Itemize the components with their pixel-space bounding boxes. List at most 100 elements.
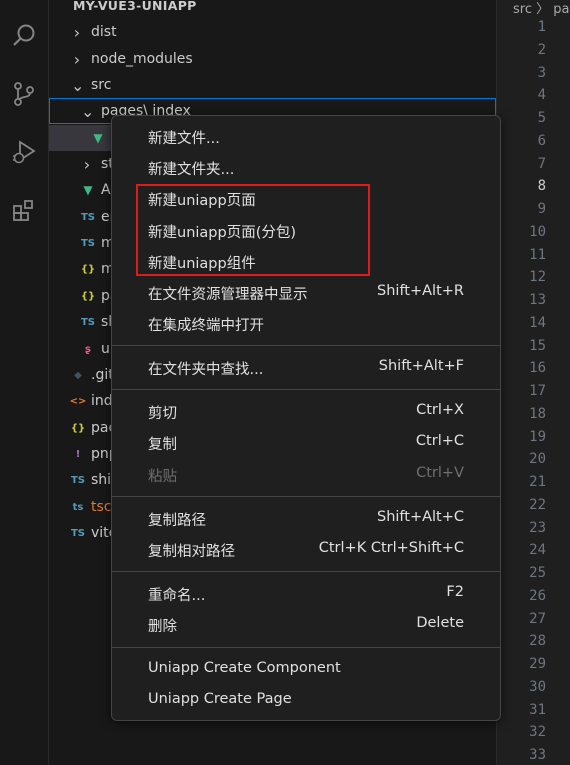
menu-separator — [112, 389, 500, 390]
menu-item-shortcut: Shift+Alt+F — [378, 358, 464, 374]
line-number: 13 — [529, 292, 546, 308]
context-menu-item[interactable]: 新建文件... — [116, 121, 496, 152]
typescript-icon: TS — [70, 474, 86, 486]
line-number: 5 — [537, 110, 546, 126]
explorer-title: MY-VUE3-UNIAPP — [73, 0, 197, 13]
tsconfig-icon: ts — [72, 501, 84, 513]
chevron-right-icon: › — [73, 22, 81, 42]
line-number: 22 — [529, 496, 546, 513]
vue-icon: ▼ — [93, 131, 103, 145]
line-number: 7 — [537, 155, 546, 172]
menu-item-label: 在文件夹中查找... — [148, 362, 264, 378]
line-number: 24 — [529, 542, 546, 559]
menu-item-label: 新建文件... — [148, 131, 220, 147]
tree-item[interactable]: › node_modules — [49, 46, 496, 72]
line-number: 29 — [529, 656, 546, 672]
line-number: 27 — [529, 610, 546, 627]
menu-item-shortcut: Ctrl+X — [416, 402, 464, 418]
line-number: 10 — [529, 223, 546, 240]
html-icon: <> — [69, 395, 87, 407]
typescript-icon: TS — [70, 527, 86, 539]
line-number: 21 — [529, 474, 546, 490]
menu-item-label: 在文件资源管理器中显示 — [148, 287, 308, 303]
menu-item-shortcut: Shift+Alt+C — [376, 509, 464, 525]
menu-item-label: 复制相对路径 — [148, 544, 235, 560]
menu-item-label: 删除 — [148, 619, 177, 635]
menu-item-shortcut: Ctrl+C — [415, 433, 464, 449]
source-control-icon[interactable] — [0, 74, 48, 114]
tree-item[interactable]: ⌄ src — [49, 72, 496, 98]
tree-item-label: shi — [91, 472, 112, 488]
line-number: 2 — [537, 41, 546, 58]
line-number: 4 — [537, 87, 546, 104]
context-menu-item[interactable]: 复制相对路径 Ctrl+K Ctrl+Shift+C — [116, 534, 496, 565]
line-number: 6 — [537, 132, 546, 149]
tree-item-label: node_modules — [91, 51, 193, 67]
tree-item-label: ind — [91, 393, 113, 409]
context-menu-item[interactable]: Uniapp Create Page — [116, 685, 496, 716]
line-number: 14 — [529, 314, 546, 331]
menu-item-label: 重命名... — [148, 588, 206, 604]
line-number: 20 — [529, 451, 546, 468]
run-debug-icon[interactable] — [0, 131, 48, 171]
line-number: 8 — [537, 178, 546, 195]
context-menu-item[interactable]: 在集成终端中打开 — [116, 308, 496, 339]
menu-item-label: Uniapp Create Component — [148, 660, 341, 676]
typescript-icon: TS — [80, 211, 96, 223]
menu-item-label: 剪切 — [148, 406, 177, 422]
menu-item-shortcut: Delete — [416, 615, 464, 631]
context-menu-item[interactable]: Uniapp Create Component — [116, 654, 496, 685]
tree-item[interactable]: › dist — [49, 19, 496, 45]
tree-item-label: dist — [91, 24, 117, 40]
tree-item-label: A — [101, 182, 111, 198]
line-number: 3 — [537, 64, 546, 81]
context-menu-item[interactable]: 新建文件夹... — [116, 152, 496, 183]
context-menu-item[interactable]: 在文件夹中查找... Shift+Alt+F — [116, 352, 496, 383]
context-menu-item[interactable]: 复制 Ctrl+C — [116, 427, 496, 458]
chevron-down-icon: ⌄ — [71, 75, 85, 95]
menu-item-shortcut: Ctrl+V — [416, 465, 464, 481]
context-menu-item[interactable]: 剪切 Ctrl+X — [116, 396, 496, 427]
line-number: 33 — [529, 747, 546, 763]
line-number: 30 — [529, 678, 546, 695]
tree-item-label: src — [91, 77, 112, 93]
line-number: 23 — [529, 519, 546, 536]
context-menu-item[interactable]: 复制路径 Shift+Alt+C — [116, 503, 496, 534]
line-number: 19 — [529, 428, 546, 445]
menu-item-shortcut: F2 — [446, 584, 464, 600]
line-number: 9 — [537, 201, 546, 217]
chevron-right-icon: › — [73, 49, 81, 69]
line-number: 26 — [529, 587, 546, 604]
extensions-icon[interactable] — [0, 190, 48, 230]
menu-item-label: 新建文件夹... — [148, 162, 235, 178]
menu-item-label: Uniapp Create Page — [148, 691, 292, 707]
json-icon: {} — [80, 290, 96, 302]
menu-item-shortcut: Shift+Alt+R — [377, 283, 464, 299]
typescript-icon: TS — [80, 237, 96, 249]
vue-icon: ▼ — [83, 183, 93, 197]
context-menu-item[interactable]: 删除 Delete — [116, 609, 496, 640]
menu-separator — [112, 345, 500, 346]
breadcrumb[interactable]: src 〉 pa — [513, 0, 569, 17]
typescript-icon: TS — [80, 316, 96, 328]
line-number: 16 — [529, 360, 546, 377]
menu-item-label: 粘贴 — [148, 469, 177, 485]
json-icon: {} — [70, 422, 86, 434]
menu-item-label: 复制 — [148, 437, 177, 453]
editor-area: src 〉 pa 1 2 3 4 5 6 7 8 9 10 11 12 13 14 15 16 17 18 19 20… — [497, 0, 570, 765]
search-icon[interactable] — [0, 16, 48, 56]
line-number: 31 — [529, 701, 546, 718]
context-menu-item[interactable]: 重命名... F2 — [116, 578, 496, 609]
line-number: 17 — [529, 383, 546, 399]
sass-icon: ʂ — [85, 343, 91, 355]
line-number: 11 — [529, 246, 546, 263]
line-number: 25 — [529, 565, 546, 581]
menu-separator — [112, 647, 500, 648]
yaml-icon: ! — [75, 448, 81, 460]
tree-item-label: tsc — [91, 499, 112, 515]
chevron-down-icon: ⌄ — [81, 101, 95, 121]
highlight-box — [136, 184, 370, 276]
line-number: 12 — [529, 269, 546, 286]
context-menu-item[interactable]: 在文件资源管理器中显示 Shift+Alt+R — [116, 277, 496, 308]
line-number: 18 — [529, 405, 546, 422]
